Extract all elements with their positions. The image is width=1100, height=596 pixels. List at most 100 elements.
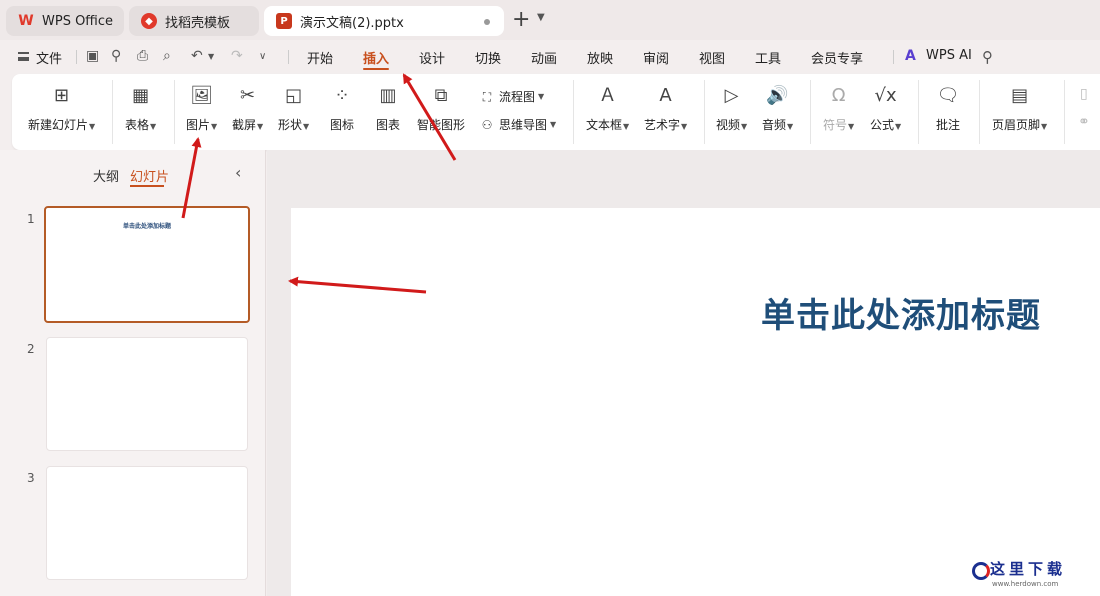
table-label: 表格 — [125, 118, 150, 132]
audio-button[interactable]: 🔊 音频▼ — [762, 84, 793, 133]
shape-label: 形状 — [278, 118, 303, 132]
picture-button[interactable]: 🖼 图片▼ — [186, 84, 217, 133]
smart-graphic-label: 智能图形 — [417, 118, 466, 132]
smart-graphic-button[interactable]: ⧉ 智能图形 — [417, 84, 465, 133]
menu-bar: 文件 ▣ ⚲ ⎙ ⌕ ↶ ▼ ↷ ∨ 开始 插入 设计 切换 动画 放映 审阅 … — [0, 40, 1100, 72]
more-chevron-icon[interactable]: ∨ — [259, 51, 266, 62]
slide-number: 2 — [27, 342, 35, 356]
divider — [893, 50, 894, 64]
screenshot-button[interactable]: ✂ 截屏▼ — [232, 84, 263, 133]
divider — [112, 80, 113, 144]
new-slide-button[interactable]: ⊞ 新建幻灯片▼ — [28, 84, 95, 133]
divider — [573, 80, 574, 144]
chart-button[interactable]: ▥ 图表 — [376, 84, 400, 133]
tab-label: WPS Office — [42, 13, 114, 29]
print-icon[interactable]: ⎙ — [137, 48, 148, 64]
mindmap-button[interactable]: ⚇ 思维导图 ▼ — [479, 116, 557, 133]
divider — [810, 80, 811, 144]
menu-insert[interactable]: 插入 — [363, 48, 389, 67]
textbox-button[interactable]: Ａ 文本框▼ — [586, 84, 629, 133]
new-tab-button[interactable]: + — [512, 8, 530, 32]
table-button[interactable]: ▦ 表格▼ — [125, 84, 156, 133]
symbol-button: Ω 符号▼ — [823, 84, 854, 133]
menu-review[interactable]: 审阅 — [643, 48, 669, 67]
save-icon[interactable]: ▣ — [86, 48, 99, 64]
menu-animation[interactable]: 动画 — [531, 48, 557, 67]
current-slide[interactable]: 单击此处添加标题 — [291, 208, 1100, 596]
divider — [979, 80, 980, 144]
video-icon: ▷ — [724, 85, 739, 106]
menu-design[interactable]: 设计 — [419, 48, 445, 67]
collapse-chevron-left-icon[interactable]: ‹ — [235, 163, 241, 182]
comment-label: 批注 — [936, 118, 961, 132]
header-footer-button[interactable]: ▤ 页眉页脚▼ — [992, 84, 1047, 133]
chevron-down-icon: ▼ — [623, 122, 630, 131]
chevron-down-icon: ▼ — [211, 122, 218, 131]
slide-thumbnail-2[interactable] — [46, 337, 248, 451]
table-icon: ▦ — [132, 85, 150, 106]
menu-wps-ai[interactable]: WPS AI — [926, 48, 972, 63]
hamburger-menu-icon[interactable] — [18, 52, 29, 61]
search-icon[interactable]: ⚲ — [982, 48, 993, 66]
wordart-button[interactable]: A 艺术字▼ — [644, 84, 687, 133]
wps-ai-icon[interactable]: A — [905, 48, 916, 64]
comment-button[interactable]: 🗨 批注 — [936, 84, 960, 133]
tab-wps-office[interactable]: W WPS Office — [6, 6, 124, 36]
insert-ribbon: ⊞ 新建幻灯片▼ ▦ 表格▼ 🖼 图片▼ ✂ 截屏▼ ◱ 形状▼ ⁘ 图标 ▥ … — [12, 74, 1100, 150]
chevron-down-icon: ▼ — [787, 122, 794, 131]
wordart-label: 艺术字 — [644, 118, 681, 132]
watermark-url: www.herdown.com — [992, 580, 1059, 588]
menu-view[interactable]: 视图 — [699, 48, 725, 67]
chevron-down-icon: ▼ — [257, 122, 264, 131]
textbox-label: 文本框 — [586, 118, 623, 132]
unsaved-dot-icon[interactable] — [484, 19, 490, 25]
flowchart-icon: ⛶ — [482, 89, 492, 104]
chevron-down-icon: ▼ — [89, 122, 96, 131]
object-icon: ▯ — [1080, 86, 1088, 102]
chevron-down-icon[interactable]: ▼ — [537, 12, 545, 23]
icon-library-icon: ⁘ — [334, 85, 350, 106]
flowchart-button[interactable]: ⛶ 流程图 ▼ — [479, 88, 544, 105]
watermark-logo-icon — [972, 562, 990, 580]
link-icon: ⚭ — [1078, 114, 1090, 130]
chevron-down-icon[interactable]: ▼ — [208, 52, 214, 61]
tab-outline[interactable]: 大纲 — [93, 166, 119, 185]
watermark-text: 这里下载 — [990, 560, 1067, 578]
tab-document[interactable]: P 演示文稿(2).pptx — [264, 6, 504, 36]
undo-icon[interactable]: ↶ — [191, 48, 203, 64]
slide-thumbnail-1[interactable]: 单击此处添加标题 — [44, 206, 250, 323]
format-painter-icon[interactable]: ⚲ — [111, 48, 121, 64]
omega-icon: Ω — [831, 85, 846, 106]
menu-slideshow[interactable]: 放映 — [587, 48, 613, 67]
menu-home[interactable]: 开始 — [307, 48, 333, 67]
video-button[interactable]: ▷ 视频▼ — [716, 84, 747, 133]
picture-label: 图片 — [186, 118, 211, 132]
smart-graphic-icon: ⧉ — [434, 85, 448, 106]
menu-file[interactable]: 文件 — [36, 48, 62, 67]
slide-thumbnail-3[interactable] — [46, 466, 248, 580]
chevron-down-icon: ▼ — [848, 122, 855, 131]
print-preview-icon[interactable]: ⌕ — [163, 48, 171, 64]
formula-button[interactable]: √x 公式▼ — [870, 84, 901, 133]
menu-member[interactable]: 会员专享 — [811, 48, 863, 67]
divider — [704, 80, 705, 144]
scissors-icon: ✂ — [240, 85, 256, 106]
new-slide-icon: ⊞ — [54, 85, 70, 106]
icon-label: 图标 — [330, 118, 355, 132]
menu-tools[interactable]: 工具 — [755, 48, 781, 67]
redo-icon: ↷ — [231, 48, 243, 64]
mindmap-label: 思维导图 — [499, 118, 548, 132]
new-slide-label: 新建幻灯片 — [28, 118, 89, 132]
slide-title-placeholder[interactable]: 单击此处添加标题 — [761, 288, 1041, 337]
chevron-down-icon: ▼ — [681, 122, 688, 131]
header-footer-label: 页眉页脚 — [992, 118, 1041, 132]
textbox-icon: Ａ — [598, 85, 617, 106]
icon-button[interactable]: ⁘ 图标 — [330, 84, 354, 133]
shape-button[interactable]: ◱ 形状▼ — [278, 84, 309, 133]
divider — [288, 50, 289, 64]
title-tab-bar: W WPS Office ◆ 找稻壳模板 P 演示文稿(2).pptx + ▼ — [0, 0, 1100, 40]
tab-find-template[interactable]: ◆ 找稻壳模板 — [129, 6, 259, 36]
menu-transition[interactable]: 切换 — [475, 48, 501, 67]
tab-slides[interactable]: 幻灯片 — [130, 166, 169, 185]
slides-panel: 大纲 幻灯片 ‹ 1 单击此处添加标题 2 3 — [0, 150, 266, 596]
